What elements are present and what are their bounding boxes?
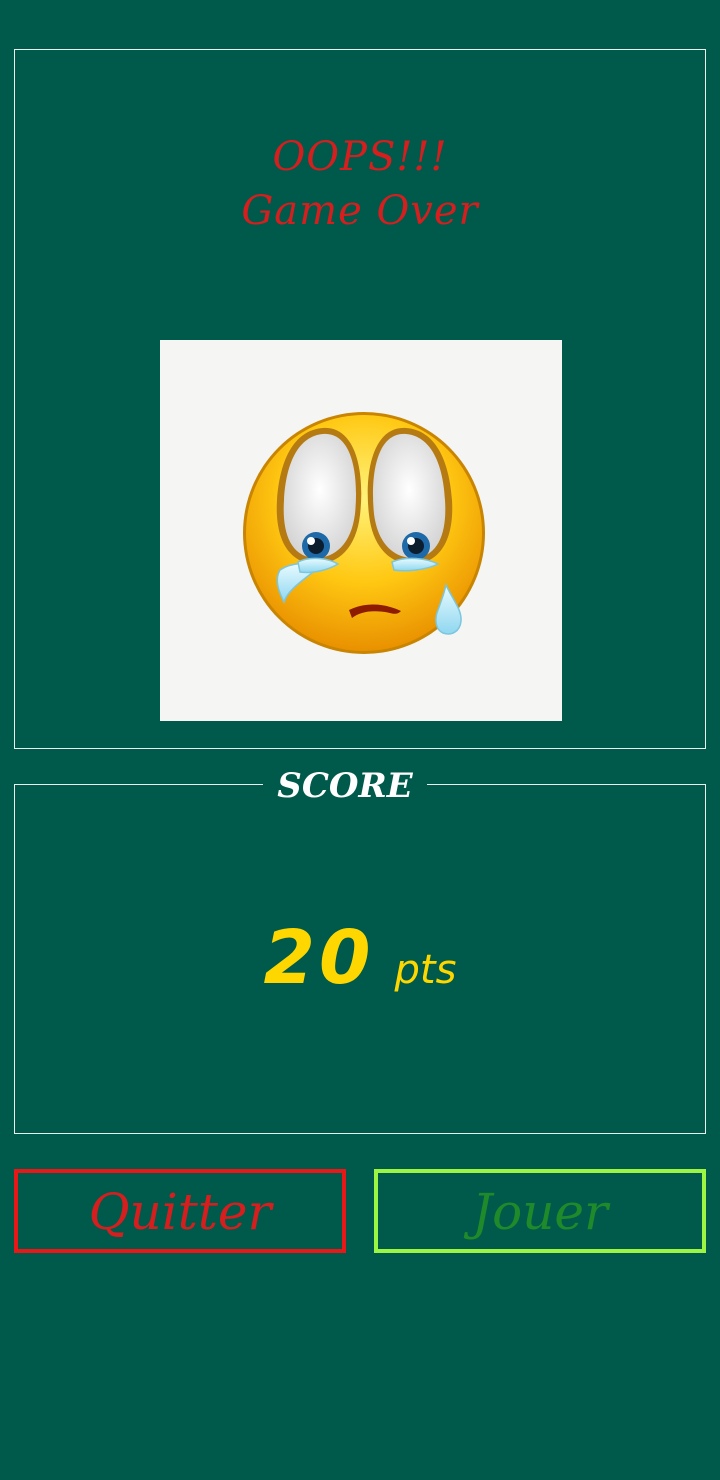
crying-face-image	[160, 340, 562, 721]
play-button[interactable]: Jouer	[374, 1169, 706, 1253]
quit-button[interactable]: Quitter	[14, 1169, 346, 1253]
game-over-title: Game Over	[241, 188, 479, 234]
score-value: 20	[263, 915, 375, 1001]
score-panel: SCORE 20 pts	[14, 769, 706, 1134]
crying-face-icon	[243, 412, 485, 654]
score-unit: pts	[394, 947, 457, 993]
score-display: 20 pts	[15, 915, 705, 1001]
score-label: SCORE	[263, 769, 427, 803]
result-panel: OOPS!!! Game Over	[14, 49, 706, 749]
oops-title: OOPS!!!	[272, 134, 448, 180]
